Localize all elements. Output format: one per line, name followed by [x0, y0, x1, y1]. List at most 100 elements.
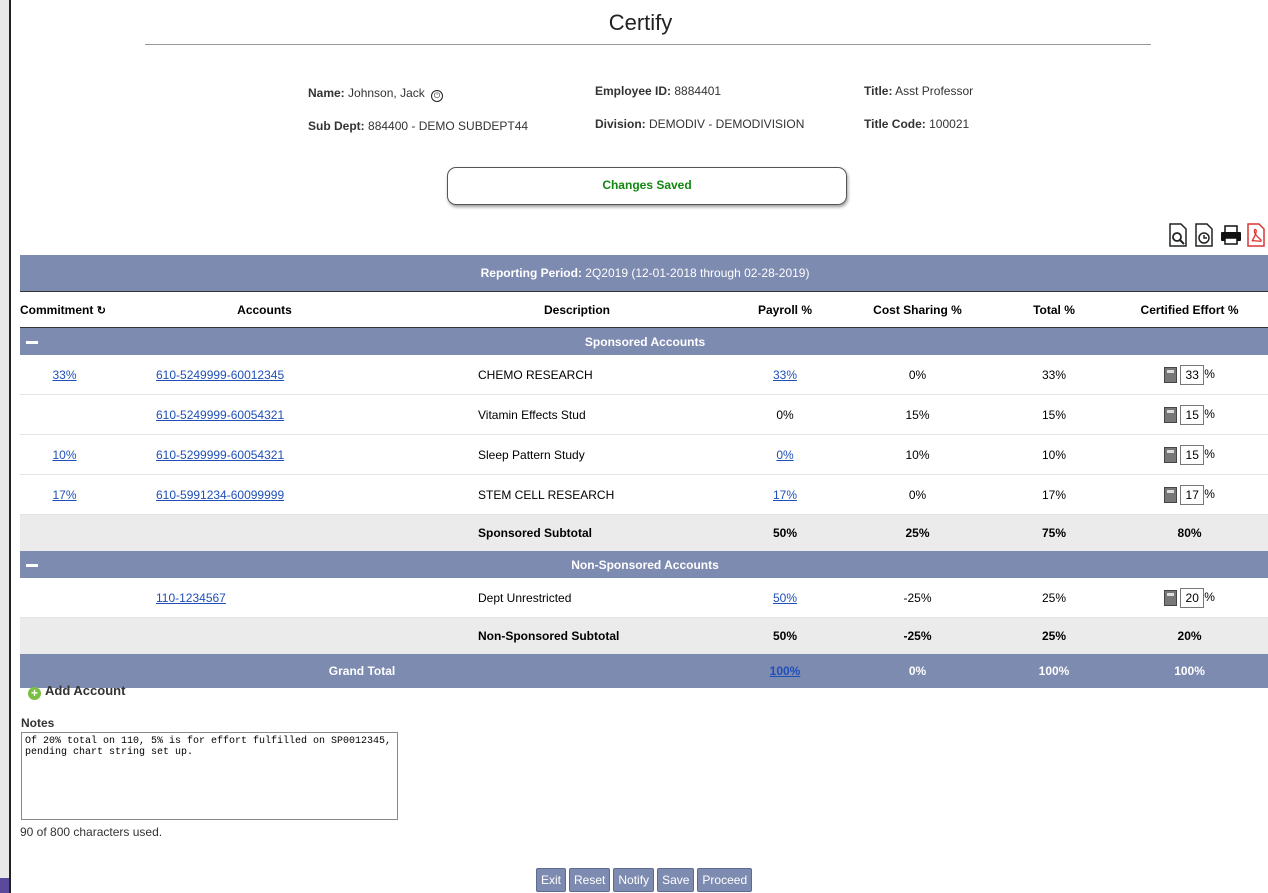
division-label: Division: [595, 117, 646, 131]
cost-sharing-cell: 0% [836, 355, 999, 395]
payroll-link[interactable]: 50% [773, 591, 797, 605]
reporting-period-value: 2Q2019 (12-01-2018 through 02-28-2019) [585, 266, 810, 280]
cost-sharing-cell: 0% [836, 474, 999, 515]
sponsored-title: Sponsored Accounts [584, 334, 706, 349]
table-row: 610-5249999-60054321 Vitamin Effects Stud… [20, 394, 1268, 435]
total-cell: 10% [999, 434, 1109, 475]
subdept-value: 884400 - DEMO SUBDEPT44 [368, 119, 529, 133]
subtotal-effort: 80% [1109, 514, 1268, 551]
title-label: Title: [864, 84, 893, 98]
employee-titlecode: Title Code: 100021 [864, 117, 969, 131]
refresh-icon[interactable]: ↻ [97, 305, 106, 317]
grand-total-cost-sharing: 0% [836, 654, 999, 688]
subtotal-label: Sponsored Subtotal [420, 514, 734, 551]
account-link[interactable]: 610-5299999-60054321 [156, 448, 284, 462]
commitment-link[interactable]: 10% [52, 448, 76, 462]
add-account-button[interactable]: + Add Account [28, 683, 125, 700]
certified-effort-input[interactable] [1180, 364, 1205, 385]
sponsored-section-header: Sponsored Accounts [20, 327, 1268, 356]
account-link[interactable]: 610-5249999-60012345 [156, 368, 284, 382]
description-cell: Vitamin Effects Stud [420, 394, 734, 435]
subtotal-label: Non-Sponsored Subtotal [420, 617, 734, 654]
total-cell: 33% [999, 355, 1109, 395]
sponsored-subtotal-row: Sponsored Subtotal 50% 25% 75% 80% [20, 514, 1268, 551]
nonsponsored-title: Non-Sponsored Accounts [571, 557, 719, 572]
exit-button[interactable]: Exit [536, 868, 567, 892]
title-value: Asst Professor [895, 84, 974, 98]
table-row: 10% 610-5299999-60054321 Sleep Pattern Stu… [20, 434, 1268, 475]
col-cost-sharing: Cost Sharing % [836, 291, 999, 328]
description-cell: STEM CELL RESEARCH [420, 474, 734, 515]
notes-textarea[interactable] [21, 732, 398, 820]
grand-total-effort: 100% [1109, 654, 1268, 688]
subtotal-cost-sharing: -25% [836, 617, 999, 654]
effort-percent-sign: % [1204, 446, 1215, 461]
division-value: DEMODIV - DEMODIVISION [649, 117, 805, 131]
total-cell: 17% [999, 474, 1109, 515]
certified-effort-input[interactable] [1180, 444, 1205, 465]
collapse-sponsored-button[interactable] [20, 328, 109, 356]
certified-effort-input[interactable] [1180, 484, 1205, 505]
payroll-link[interactable]: 17% [773, 488, 797, 502]
cost-sharing-cell: 15% [836, 394, 999, 435]
certified-effort-input[interactable] [1180, 587, 1205, 608]
calculator-icon[interactable] [1164, 589, 1178, 606]
notes-char-count: 90 of 800 characters used. [20, 825, 163, 839]
commitment-link[interactable]: 33% [52, 368, 76, 382]
calculator-icon[interactable] [1164, 406, 1178, 423]
grand-total-total: 100% [999, 654, 1109, 688]
add-account-label: Add Account [45, 683, 126, 698]
table-row: 33% 610-5249999-60012345 CHEMO RESEARCH 33%… [20, 355, 1268, 395]
grand-total-row: Grand Total 100% 0% 100% 100% [20, 654, 1268, 688]
save-button[interactable]: Save [657, 868, 695, 892]
proceed-button[interactable]: Proceed [697, 868, 753, 892]
cost-sharing-cell: 10% [836, 434, 999, 475]
employee-title: Title: Asst Professor [864, 84, 973, 98]
subtotal-effort: 20% [1109, 617, 1268, 654]
pdf-icon[interactable] [1246, 223, 1266, 247]
col-total: Total % [999, 291, 1109, 328]
add-icon: + [28, 687, 41, 700]
calculator-icon[interactable] [1164, 366, 1178, 383]
cost-sharing-cell: -25% [836, 578, 999, 618]
nonsponsored-section-header: Non-Sponsored Accounts [20, 551, 1268, 578]
calculator-icon[interactable] [1164, 446, 1178, 463]
calculator-icon[interactable] [1164, 486, 1178, 503]
employee-name: Name: Johnson, Jack ⏻ [308, 86, 444, 102]
account-link[interactable]: 110-1234567 [156, 591, 226, 605]
notify-button[interactable]: Notify [613, 868, 655, 892]
payroll-link[interactable]: 0% [776, 448, 793, 462]
notes-label: Notes [21, 716, 55, 730]
employee-division: Division: DEMODIV - DEMODIVISION [595, 117, 804, 131]
window-corner-accent [0, 878, 9, 893]
effort-percent-sign: % [1204, 366, 1215, 381]
effort-percent-sign: % [1204, 406, 1215, 421]
print-icon[interactable] [1220, 223, 1241, 247]
reset-button[interactable]: Reset [569, 868, 611, 892]
grand-total-payroll-link[interactable]: 100% [770, 664, 801, 678]
certified-effort-input[interactable] [1180, 404, 1205, 425]
collapse-nonsponsored-button[interactable] [20, 551, 109, 578]
col-description: Description [420, 291, 734, 328]
table-header: Commitment ↻ Accounts Description Payrol… [20, 291, 1268, 328]
reporting-period-bar: Reporting Period: 2Q2019 (12-01-2018 thr… [20, 255, 1268, 292]
account-link[interactable]: 610-5249999-60054321 [156, 408, 284, 422]
history-icon[interactable] [1194, 223, 1214, 247]
grand-total-label: Grand Total [20, 654, 734, 688]
subtotal-total: 25% [999, 617, 1109, 654]
preview-icon[interactable] [1168, 223, 1188, 247]
subtotal-payroll: 50% [734, 514, 836, 551]
certify-page: Certify Name: Johnson, Jack ⏻ Sub Dept: … [9, 0, 1268, 893]
account-link[interactable]: 610-5991234-60099999 [156, 488, 284, 502]
titlecode-value: 100021 [929, 117, 970, 131]
col-commitment[interactable]: Commitment ↻ [20, 291, 109, 328]
page-title: Certify [608, 10, 673, 35]
nonsponsored-subtotal-row: Non-Sponsored Subtotal 50% -25% 25% 20% [20, 617, 1268, 654]
commitment-link[interactable]: 17% [52, 488, 76, 502]
table-row: 17% 610-5991234-60099999 STEM CELL RESEARC… [20, 474, 1268, 515]
info-clock-icon[interactable]: ⏻ [431, 90, 444, 102]
effort-percent-sign: % [1204, 589, 1215, 604]
description-cell: Sleep Pattern Study [420, 434, 734, 475]
col-certified-effort: Certified Effort % [1109, 291, 1268, 328]
payroll-link[interactable]: 33% [773, 368, 797, 382]
